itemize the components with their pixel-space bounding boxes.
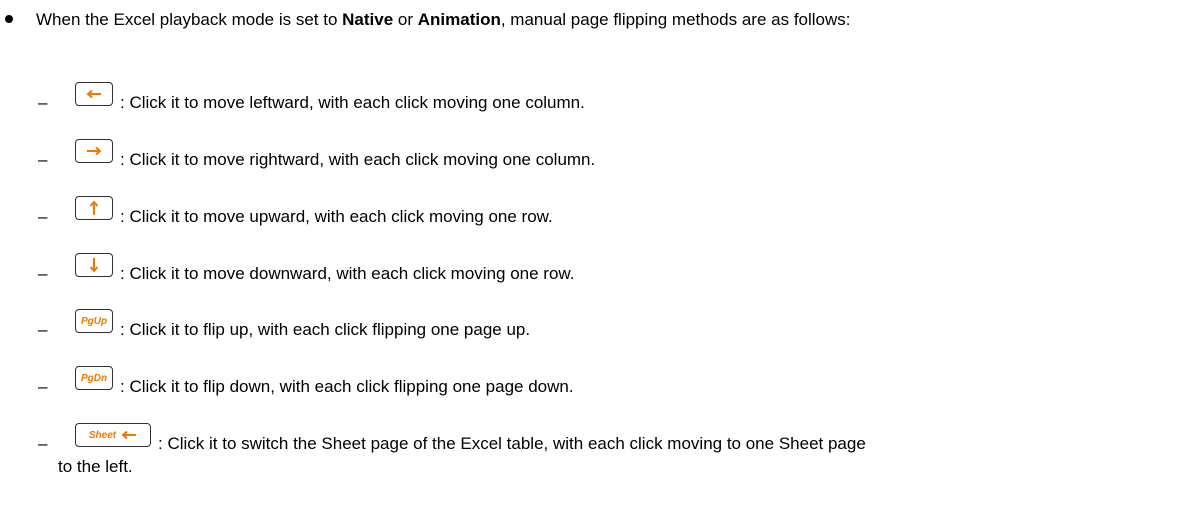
mode-native: Native: [342, 10, 394, 29]
sheet-key-label: Sheet: [88, 429, 117, 441]
pgdn-key: PgDn: [75, 366, 113, 390]
intro-paragraph: When the Excel playback mode is set to N…: [5, 8, 1146, 31]
dash-marker: –: [38, 207, 48, 226]
down-arrow-key: [75, 253, 113, 277]
dash-marker: –: [38, 434, 48, 453]
item-text: : Click it to move leftward, with each c…: [120, 93, 585, 112]
dash-marker: –: [38, 93, 48, 112]
arrow-right-icon: [87, 146, 102, 156]
arrow-left-icon: [86, 89, 101, 99]
arrow-down-icon: [89, 258, 99, 273]
intro-text-or: or: [393, 10, 418, 29]
dash-marker: –: [38, 150, 48, 169]
pgdn-key-label: PgDn: [80, 372, 108, 384]
arrow-up-icon: [89, 200, 99, 215]
item-text: : Click it to switch the Sheet page of t…: [158, 434, 866, 453]
up-arrow-key: [75, 196, 113, 220]
intro-text-2: , manual page flipping methods are as fo…: [500, 10, 851, 29]
left-arrow-key: [75, 82, 113, 106]
bullet-icon: [5, 15, 13, 23]
item-text: : Click it to move downward, with each c…: [120, 264, 575, 283]
dash-marker: –: [38, 264, 48, 283]
arrow-left-icon: [121, 430, 137, 440]
dash-marker: –: [38, 320, 48, 339]
item-text-continued: to the left.: [58, 457, 133, 476]
right-arrow-key: [75, 139, 113, 163]
dash-marker: –: [38, 377, 48, 396]
item-text: : Click it to move rightward, with each …: [120, 150, 596, 169]
sheet-left-key: Sheet: [75, 423, 151, 447]
pgup-key: PgUp: [75, 309, 113, 333]
item-text: : Click it to flip down, with each click…: [120, 377, 574, 396]
intro-text-1: When the Excel playback mode is set to: [36, 10, 343, 29]
pgup-key-label: PgUp: [80, 315, 108, 327]
item-text: : Click it to flip up, with each click f…: [120, 320, 531, 339]
mode-animation: Animation: [417, 10, 501, 29]
item-text: : Click it to move upward, with each cli…: [120, 207, 553, 226]
